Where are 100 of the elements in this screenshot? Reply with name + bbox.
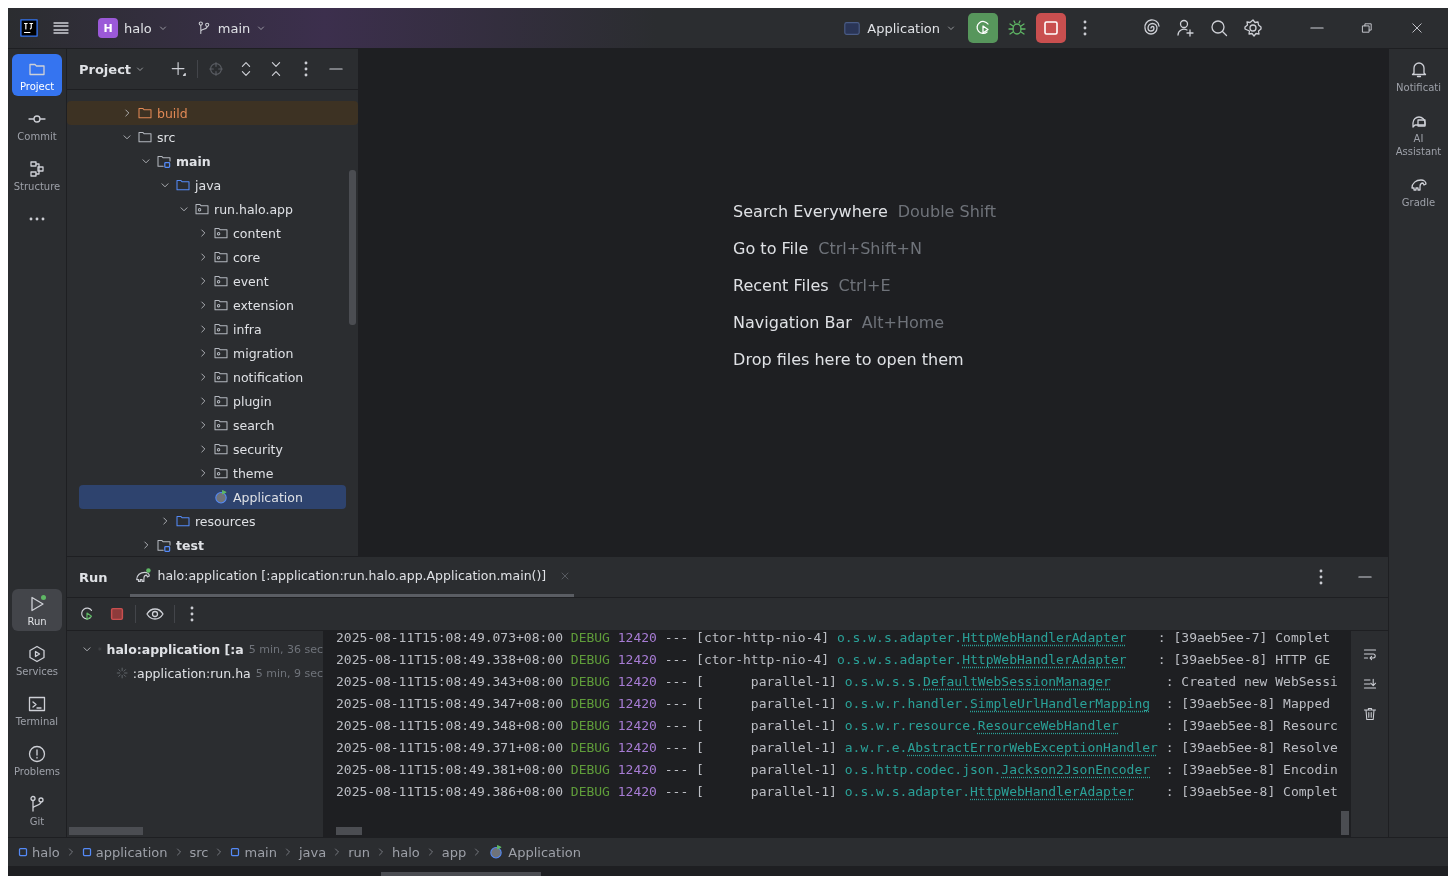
folder-icon (175, 513, 191, 529)
tree-row[interactable]: theme (79, 461, 346, 485)
log-line: 2025-08-11T15:08:49.371+08:00 DEBUG 12420 --- [ parallel-1] a.w.r.e.AbstractErrorWebExceptionHandler : [39aeb5ee-8] Resolve (336, 739, 1339, 757)
minimize-icon (1310, 27, 1324, 29)
project-selector[interactable]: H halo (90, 14, 176, 42)
window-icon (843, 19, 862, 37)
tool-window-button[interactable]: Run (12, 589, 62, 631)
panel-title-dropdown[interactable]: Project (79, 61, 146, 77)
tree-row[interactable]: Application (79, 485, 346, 509)
log-line: 2025-08-11T15:08:49.348+08:00 DEBUG 12420 --- [ parallel-1] o.s.w.r.resource.ResourceWebHandler : [39aeb5ee-8] Resourc (336, 717, 1339, 735)
log-line: 2025-08-11T15:08:49.386+08:00 DEBUG 12420 --- [ parallel-1] o.s.w.s.adapter.HttpWebHandlerAdapter : [39aeb5ee-8] Complet (336, 783, 1339, 801)
module-icon (230, 847, 241, 857)
package-icon (213, 393, 229, 409)
scroll-end-icon (1361, 676, 1378, 692)
spiral-icon (1141, 18, 1161, 38)
rerun-button[interactable] (968, 13, 998, 43)
scrollbar[interactable] (336, 827, 362, 835)
editor-hint: Drop files here to open them (733, 350, 965, 369)
spring-app-icon (213, 489, 229, 505)
scrollbar[interactable] (381, 872, 541, 876)
tree-row[interactable]: src (79, 125, 346, 149)
breadcrumb[interactable]: Application (488, 844, 581, 860)
log-line: 2025-08-11T15:08:49.381+08:00 DEBUG 12420 --- [ parallel-1] o.s.http.codec.json.Jackson2JsonEncoder : [39aeb5ee-8] Encodin (336, 761, 1339, 779)
crosshair-icon (207, 60, 225, 78)
tree-row[interactable]: notification (79, 365, 346, 389)
tree-row[interactable]: run.halo.app (79, 197, 346, 221)
tree-row[interactable]: java (79, 173, 346, 197)
tree-row[interactable]: migration (79, 341, 346, 365)
tree-row[interactable]: core (79, 245, 346, 269)
log-line: 2025-08-11T15:08:49.343+08:00 DEBUG 12420 --- [ parallel-1] o.s.w.s.s.DefaultWebSessionManager : Created new WebSessi (336, 673, 1339, 691)
run-tree-row[interactable]: halo:application [:a 5 min, 36 sec (67, 637, 323, 661)
restore-icon (1360, 21, 1374, 35)
tool-window-button[interactable]: Git (12, 789, 62, 831)
scrollbar[interactable] (349, 170, 356, 325)
scrollbar[interactable] (69, 827, 143, 835)
stop-icon (108, 605, 126, 623)
package-icon (213, 417, 229, 433)
wrap-icon (1361, 646, 1378, 662)
tool-window-button[interactable]: Services (12, 639, 62, 681)
run-config-selector[interactable]: Application (835, 15, 964, 41)
module-folder-icon (156, 537, 172, 553)
breadcrumb[interactable]: app (441, 844, 467, 860)
breadcrumb[interactable]: run (348, 844, 371, 860)
tree-row[interactable]: plugin (79, 389, 346, 413)
tool-window-button[interactable]: Gradle (1390, 172, 1447, 211)
add-user-icon (1175, 18, 1195, 38)
tool-window-button[interactable]: Notificati (1390, 57, 1447, 96)
package-icon (213, 345, 229, 361)
tree-row[interactable]: build (67, 101, 358, 125)
services-icon (27, 644, 47, 664)
folder-icon (137, 105, 153, 121)
more-icon (304, 61, 308, 77)
tree-row[interactable]: search (79, 413, 346, 437)
tool-window-button[interactable]: Commit (12, 104, 62, 146)
run-tree-row[interactable]: :application:run.ha 5 min, 9 sec (67, 661, 323, 685)
package-icon (213, 369, 229, 385)
log-line: 2025-08-11T15:08:49.073+08:00 DEBUG 12420 --- [ctor-http-nio-4] o.s.w.s.adapter.HttpWebHandlerAdapter : [39aeb5ee-7] Complet (336, 631, 1332, 647)
breadcrumb[interactable]: java (298, 844, 327, 860)
chevron-down-icon (946, 23, 956, 33)
breadcrumb[interactable]: main (230, 844, 277, 860)
bug-icon (1007, 18, 1027, 38)
breadcrumb[interactable]: application (81, 844, 168, 860)
tree-row[interactable]: security (79, 437, 346, 461)
panel-title: Run (79, 569, 108, 585)
log-line: 2025-08-11T15:08:49.338+08:00 DEBUG 12420 --- [ctor-http-nio-4] o.s.w.s.adapter.HttpWebHandlerAdapter : [39aeb5ee-8] HTTP GE (336, 651, 1332, 669)
app-logo-icon (20, 19, 38, 37)
module-icon (18, 847, 28, 857)
folder-icon (175, 177, 191, 193)
branch-selector[interactable]: main (187, 16, 275, 40)
tool-window-button[interactable]: Terminal (12, 689, 62, 731)
breadcrumb[interactable]: src (189, 844, 209, 860)
tree-row[interactable]: content (79, 221, 346, 245)
editor-hint: Navigation Bar Alt+Home (733, 313, 946, 332)
more-icon (29, 217, 45, 221)
package-icon (213, 321, 229, 337)
tool-window-button[interactable]: AI Assistant (1390, 108, 1447, 160)
stop-button[interactable] (1036, 13, 1066, 43)
tool-window-button[interactable]: Structure (12, 154, 62, 196)
elephant-icon (133, 566, 152, 585)
run-tab[interactable]: halo:application [:application:run.halo.app.Application.main()] (129, 557, 575, 597)
problems-icon (27, 744, 47, 764)
tree-row[interactable]: extension (79, 293, 346, 317)
more-icon (190, 606, 194, 622)
tree-row[interactable]: test (79, 533, 346, 557)
more-icon (1083, 20, 1087, 36)
tool-window-button[interactable]: Problems (12, 739, 62, 781)
tree-row[interactable]: main (79, 149, 346, 173)
package-icon (213, 249, 229, 265)
scrollbar[interactable] (1341, 811, 1349, 835)
breadcrumb[interactable]: halo (392, 844, 420, 860)
breadcrumb[interactable]: halo (18, 844, 60, 860)
tool-window-button[interactable]: Project (12, 54, 62, 96)
minimize-icon (1358, 576, 1372, 578)
branch-icon (27, 794, 47, 814)
terminal-icon (27, 694, 47, 714)
tree-row[interactable]: infra (79, 317, 346, 341)
log-line: 2025-08-11T15:08:49.347+08:00 DEBUG 12420 --- [ parallel-1] o.s.w.r.handler.SimpleUrlHandlerMapping : [39aeb5ee-8] Mapped (336, 695, 1332, 713)
tree-row[interactable]: resources (79, 509, 346, 533)
tree-row[interactable]: event (79, 269, 346, 293)
chevron-down-icon (157, 23, 168, 33)
